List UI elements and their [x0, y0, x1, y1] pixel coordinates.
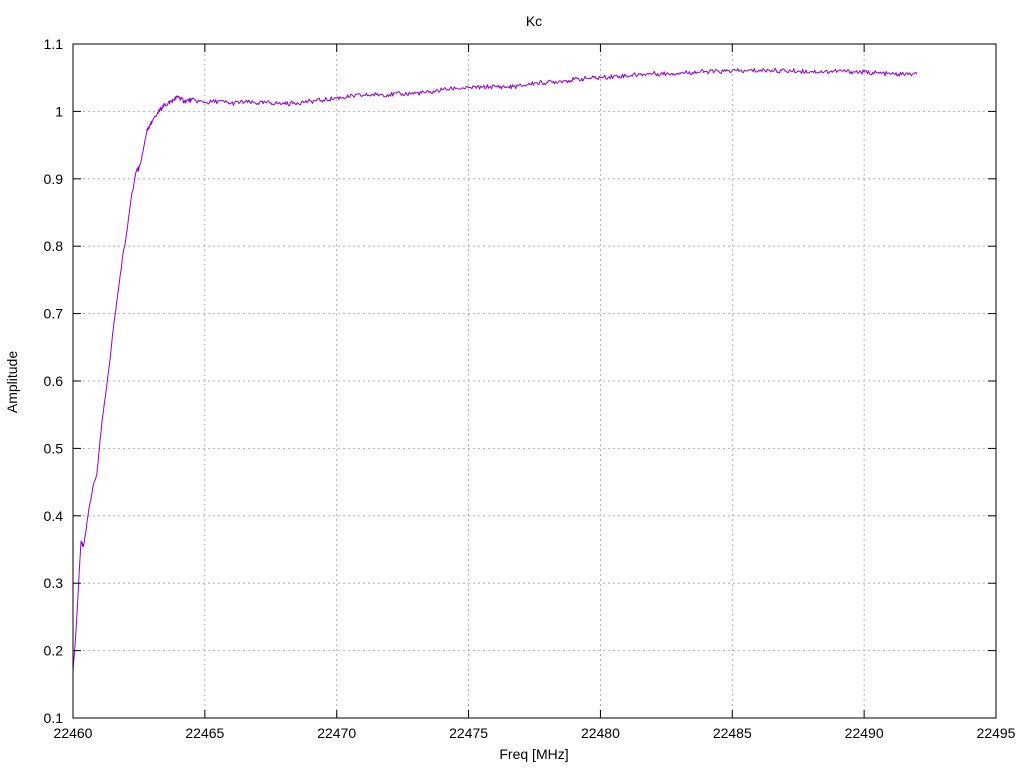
y-tick-label: 0.7	[44, 306, 64, 322]
x-tick-label: 22480	[581, 725, 620, 741]
x-axis-label: Freq [MHz]	[499, 746, 568, 762]
series-layer	[72, 67, 918, 671]
series-line	[72, 67, 918, 671]
y-tick-label: 0.9	[44, 171, 64, 187]
x-tick-label: 22475	[449, 725, 488, 741]
tick-labels: 0.1 0.2 0.3 0.4 0.5 0.6 0.7 0.8 0.9 1 1.1 22460 2246…	[44, 36, 1016, 741]
x-tick-label: 22465	[185, 725, 224, 741]
y-axis-label: Amplitude	[4, 351, 20, 413]
y-tick-label: 0.3	[44, 575, 64, 591]
x-tick-label: 22495	[977, 725, 1016, 741]
x-tick-label: 22460	[54, 725, 93, 741]
y-tick-label: 0.6	[44, 373, 64, 389]
y-tick-label: 0.4	[44, 508, 64, 524]
grid	[73, 44, 996, 718]
y-tick-label: 0.1	[44, 710, 64, 726]
chart: Kc 0.1 0.2 0.3 0.4 0.5 0.6 0.7 0.8 0.9 1 1.1 22460 2…	[4, 13, 1016, 762]
y-tick-label: 0.5	[44, 440, 64, 456]
x-tick-label: 22490	[845, 725, 884, 741]
y-tick-label: 0.2	[44, 643, 64, 659]
y-tick-label: 1.1	[44, 36, 64, 52]
x-tick-label: 22485	[713, 725, 752, 741]
y-tick-label: 0.8	[44, 238, 64, 254]
x-tick-label: 22470	[317, 725, 356, 741]
y-tick-label: 1	[55, 103, 63, 119]
chart-title: Kc	[526, 13, 542, 29]
